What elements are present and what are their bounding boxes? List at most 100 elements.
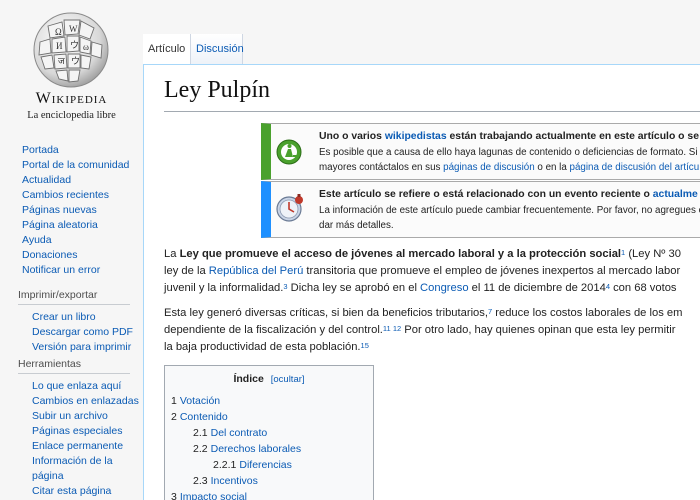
toc-text[interactable]: Diferencias: [239, 459, 292, 471]
body-text: dependiente de la fiscalización y del co…: [164, 324, 383, 336]
body-text: el 11 de diciembre de 2014: [468, 282, 606, 294]
nav-link[interactable]: Ayuda: [22, 234, 52, 246]
nav-item-pagina-aleatoria[interactable]: Página aleatoria: [0, 218, 143, 233]
page-title: Ley Pulpín: [164, 77, 270, 103]
nav-item-ayuda[interactable]: Ayuda: [0, 233, 143, 248]
svg-text:И: И: [56, 41, 63, 51]
toc-text[interactable]: Incentivos: [211, 475, 258, 487]
nav-link[interactable]: Portal de la comunidad: [22, 159, 129, 171]
reference-1[interactable]: 1: [621, 248, 625, 257]
tab-talk[interactable]: Discusión: [191, 34, 244, 64]
nav-link[interactable]: Páginas nuevas: [22, 204, 97, 216]
nav-link[interactable]: Portada: [22, 144, 59, 156]
toc-text[interactable]: Votación: [180, 395, 220, 407]
law-name-bold: Ley que promueve el acceso de jóvenes al…: [179, 248, 622, 260]
print-item-crear-libro[interactable]: Crear un libro: [0, 310, 143, 325]
svg-text:ウ: ウ: [71, 56, 80, 66]
current-notice-line3: dar más detalles.: [319, 220, 394, 231]
tools-link[interactable]: Lo que enlaza aquí: [32, 380, 121, 392]
print-item-descargar-pdf[interactable]: Descargar como PDF: [0, 325, 143, 340]
print-link[interactable]: Crear un libro: [32, 311, 96, 323]
wikipedistas-link[interactable]: wikipedistas: [385, 131, 447, 142]
body-text: la baja productividad de esta población.: [164, 341, 361, 353]
print-link[interactable]: Descargar como PDF: [32, 326, 133, 338]
criticism-line2: dependiente de la fiscalización y del co…: [164, 322, 700, 339]
nav-item-paginas-nuevas[interactable]: Páginas nuevas: [0, 203, 143, 218]
tools-link[interactable]: Citar esta página: [32, 485, 111, 497]
toc-hide-toggle[interactable]: [ocultar]: [271, 374, 305, 385]
toc-number: 2.1: [193, 427, 208, 439]
clock-globe-icon: [276, 194, 303, 222]
work-notice-line1: Uno o varios wikipedistas están trabajan…: [319, 129, 700, 145]
svg-text:Ω: Ω: [55, 27, 62, 37]
article-talk-link[interactable]: página de discusión del artícu: [570, 162, 700, 173]
congreso-link[interactable]: Congreso: [420, 282, 469, 294]
tools-item-paginas-especiales[interactable]: Páginas especiales: [0, 424, 143, 439]
tools-link[interactable]: Páginas especiales: [32, 425, 122, 437]
tools-item-subir-archivo[interactable]: Subir un archivo: [0, 409, 143, 424]
intro-line3: juvenil y la informalidad.3 Dicha ley se…: [164, 280, 700, 297]
tools-link[interactable]: Cambios en enlazadas: [32, 395, 139, 407]
toc-title-row: Índice [ocultar]: [165, 373, 373, 385]
toc-item[interactable]: 2.2.1 Diferencias: [165, 457, 373, 473]
sidebar: Ω W И ウ ω ウ ज Wikipedia La enciclopedia …: [0, 0, 143, 500]
notice-text: o en la: [534, 162, 570, 173]
tools-heading[interactable]: Herramientas: [18, 358, 130, 374]
notice-image-cell: [271, 182, 313, 237]
notice-image-cell: [271, 124, 313, 179]
toc-item[interactable]: 2 Contenido: [165, 409, 373, 425]
republica-peru-link[interactable]: República del Perú: [209, 265, 304, 277]
tools-item-informacion-pagina[interactable]: Información de la página: [0, 454, 143, 484]
toc-text[interactable]: Contenido: [180, 411, 228, 423]
notice-text: están trabajando actualmente en este art…: [446, 131, 699, 142]
toc-item[interactable]: 2.1 Del contrato: [165, 425, 373, 441]
print-item-version-imprimir[interactable]: Versión para imprimir: [0, 340, 143, 355]
nav-item-donaciones[interactable]: Donaciones: [0, 248, 143, 263]
reference-12[interactable]: 12: [393, 324, 401, 333]
nav-item-portal-comunidad[interactable]: Portal de la comunidad: [0, 158, 143, 173]
nav-item-actualidad[interactable]: Actualidad: [0, 173, 143, 188]
svg-text:W: W: [69, 24, 78, 34]
body-text: La: [164, 248, 180, 260]
criticism-paragraph: Esta ley generó diversas críticas, si bi…: [164, 305, 700, 356]
nav-link[interactable]: Página aleatoria: [22, 219, 98, 231]
nav-item-notificar-error[interactable]: Notificar un error: [0, 263, 143, 278]
toc-item[interactable]: 1 Votación: [165, 393, 373, 409]
table-of-contents: Índice [ocultar] 1 Votación 2 Contenido 2.…: [164, 365, 374, 500]
toc-number: 2.3: [193, 475, 208, 487]
tools-item-enlace-permanente[interactable]: Enlace permanente: [0, 439, 143, 454]
nav-item-portada[interactable]: Portada: [0, 143, 143, 158]
tools-item-cambios-enlazadas[interactable]: Cambios en enlazadas: [0, 394, 143, 409]
reference-7[interactable]: 7: [488, 307, 492, 316]
tools-item-lo-que-enlaza[interactable]: Lo que enlaza aquí: [0, 379, 143, 394]
tools-link[interactable]: Enlace permanente: [32, 440, 123, 452]
reference-11[interactable]: 11: [383, 324, 391, 333]
reference-15[interactable]: 15: [361, 341, 369, 350]
nav-link[interactable]: Actualidad: [22, 174, 71, 186]
nav-link[interactable]: Notificar un error: [22, 264, 100, 276]
toc-item[interactable]: 3 Impacto social: [165, 489, 373, 500]
reference-4[interactable]: 4: [606, 282, 610, 291]
print-export-heading[interactable]: Imprimir/exportar: [18, 289, 130, 305]
toc-item[interactable]: 2.3 Incentivos: [165, 473, 373, 489]
toc-text[interactable]: Derechos laborales: [211, 443, 301, 455]
reference-3[interactable]: 3: [283, 282, 287, 291]
tools-item-citar-pagina[interactable]: Citar esta página: [0, 484, 143, 499]
body-text: reduce los costos laborales de los em: [492, 307, 683, 319]
tools-link[interactable]: Subir un archivo: [32, 410, 108, 422]
nav-item-cambios-recientes[interactable]: Cambios recientes: [0, 188, 143, 203]
wikipedia-logo[interactable]: Ω W И ウ ω ウ ज Wikipedia La enciclopedia …: [0, 0, 143, 130]
talk-pages-link[interactable]: páginas de discusión: [443, 162, 535, 173]
tab-article[interactable]: Artículo: [143, 34, 191, 64]
tools-link[interactable]: Información de la página: [32, 455, 113, 482]
nav-link[interactable]: Donaciones: [22, 249, 77, 261]
toc-text[interactable]: Del contrato: [211, 427, 268, 439]
toc-item[interactable]: 2.2 Derechos laborales: [165, 441, 373, 457]
notice-text: Este artículo se refiere o está relacion…: [319, 189, 653, 200]
svg-text:ज: ज: [58, 56, 65, 66]
print-link[interactable]: Versión para imprimir: [32, 341, 131, 353]
toc-title: Índice: [233, 373, 264, 385]
current-event-link[interactable]: actualme: [653, 189, 698, 200]
nav-link[interactable]: Cambios recientes: [22, 189, 109, 201]
toc-text[interactable]: Impacto social: [180, 491, 247, 500]
